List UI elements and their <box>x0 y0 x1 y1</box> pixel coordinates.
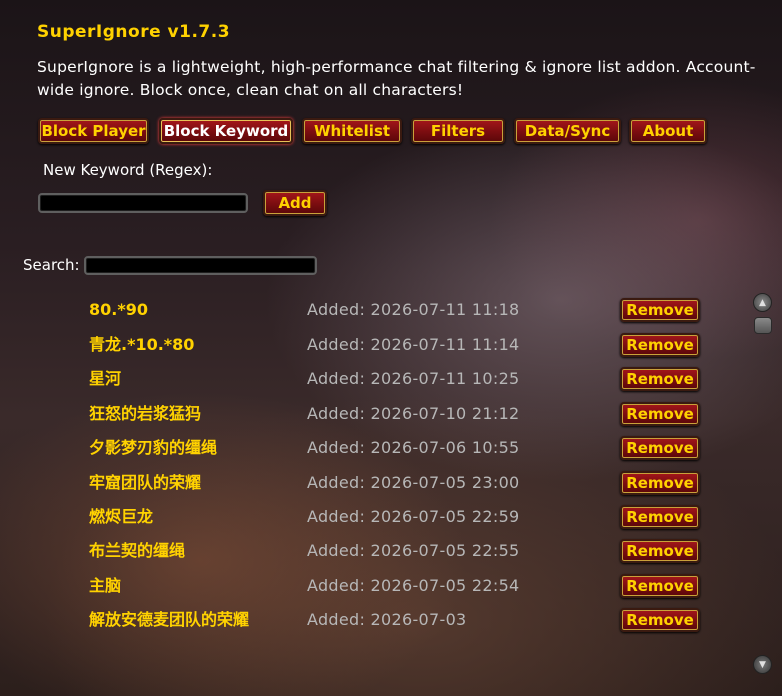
remove-button[interactable]: Remove <box>620 367 700 391</box>
scroll-down-icon[interactable]: ▼ <box>753 655 772 674</box>
new-keyword-label: New Keyword (Regex): <box>43 161 213 179</box>
keyword-text: 燃烬巨龙 <box>89 507 154 526</box>
added-date: Added: 2026-07-05 22:54 <box>307 576 520 595</box>
scrollbar-thumb[interactable] <box>754 317 772 334</box>
tab-block-keyword[interactable]: Block Keyword <box>159 118 293 144</box>
list-item: 狂怒的岩浆猛犸 Added: 2026-07-10 21:12 Remove <box>0 402 782 432</box>
keyword-text: 狂怒的岩浆猛犸 <box>89 404 202 423</box>
added-date: Added: 2026-07-03 <box>307 610 467 629</box>
remove-button[interactable]: Remove <box>620 436 700 460</box>
keyword-text: 主脑 <box>89 576 122 595</box>
keyword-text: 牢窟团队的荣耀 <box>89 473 202 492</box>
tab-whitelist[interactable]: Whitelist <box>302 118 402 144</box>
added-date: Added: 2026-07-10 21:12 <box>307 404 520 423</box>
tab-about[interactable]: About <box>629 118 707 144</box>
list-item: 解放安德麦团队的荣耀 Added: 2026-07-03 Remove <box>0 608 782 638</box>
list-item: 夕影梦刃豹的缰绳 Added: 2026-07-06 10:55 Remove <box>0 436 782 466</box>
added-date: Added: 2026-07-05 23:00 <box>307 473 520 492</box>
new-keyword-input[interactable] <box>38 193 248 213</box>
tab-data-sync[interactable]: Data/Sync <box>514 118 621 144</box>
keyword-text: 夕影梦刃豹的缰绳 <box>89 438 218 457</box>
remove-button[interactable]: Remove <box>620 333 700 357</box>
addon-description: SuperIgnore is a lightweight, high-perfo… <box>37 58 756 99</box>
added-date: Added: 2026-07-05 22:59 <box>307 507 520 526</box>
remove-button[interactable]: Remove <box>620 471 700 495</box>
tab-filters[interactable]: Filters <box>411 118 505 144</box>
list-item: 燃烬巨龙 Added: 2026-07-05 22:59 Remove <box>0 505 782 535</box>
remove-button[interactable]: Remove <box>620 505 700 529</box>
added-date: Added: 2026-07-06 10:55 <box>307 438 520 457</box>
search-input[interactable] <box>84 256 317 275</box>
added-date: Added: 2026-07-11 11:18 <box>307 300 520 319</box>
added-date: Added: 2026-07-11 11:14 <box>307 335 520 354</box>
remove-button[interactable]: Remove <box>620 608 700 632</box>
list-item: 星河 Added: 2026-07-11 10:25 Remove <box>0 367 782 397</box>
list-item: 主脑 Added: 2026-07-05 22:54 Remove <box>0 574 782 604</box>
remove-button[interactable]: Remove <box>620 574 700 598</box>
scroll-up-icon[interactable]: ▲ <box>753 293 772 312</box>
page-title: SuperIgnore v1.7.3 <box>37 22 231 42</box>
added-date: Added: 2026-07-11 10:25 <box>307 369 520 388</box>
remove-button[interactable]: Remove <box>620 539 700 563</box>
keyword-text: 青龙.*10.*80 <box>89 335 195 354</box>
added-date: Added: 2026-07-05 22:55 <box>307 541 520 560</box>
add-keyword-button[interactable]: Add <box>263 190 327 216</box>
remove-button[interactable]: Remove <box>620 298 700 322</box>
search-label: Search: <box>23 256 80 274</box>
list-item: 布兰契的缰绳 Added: 2026-07-05 22:55 Remove <box>0 539 782 569</box>
remove-button[interactable]: Remove <box>620 402 700 426</box>
list-item: 牢窟团队的荣耀 Added: 2026-07-05 23:00 Remove <box>0 471 782 501</box>
keyword-text: 星河 <box>89 369 122 388</box>
keyword-text: 布兰契的缰绳 <box>89 541 186 560</box>
tab-block-player[interactable]: Block Player <box>38 118 149 144</box>
keyword-text: 解放安德麦团队的荣耀 <box>89 610 250 629</box>
list-item: 80.*90 Added: 2026-07-11 11:18 Remove <box>0 298 782 328</box>
keyword-text: 80.*90 <box>89 300 148 319</box>
list-item: 青龙.*10.*80 Added: 2026-07-11 11:14 Remov… <box>0 333 782 363</box>
